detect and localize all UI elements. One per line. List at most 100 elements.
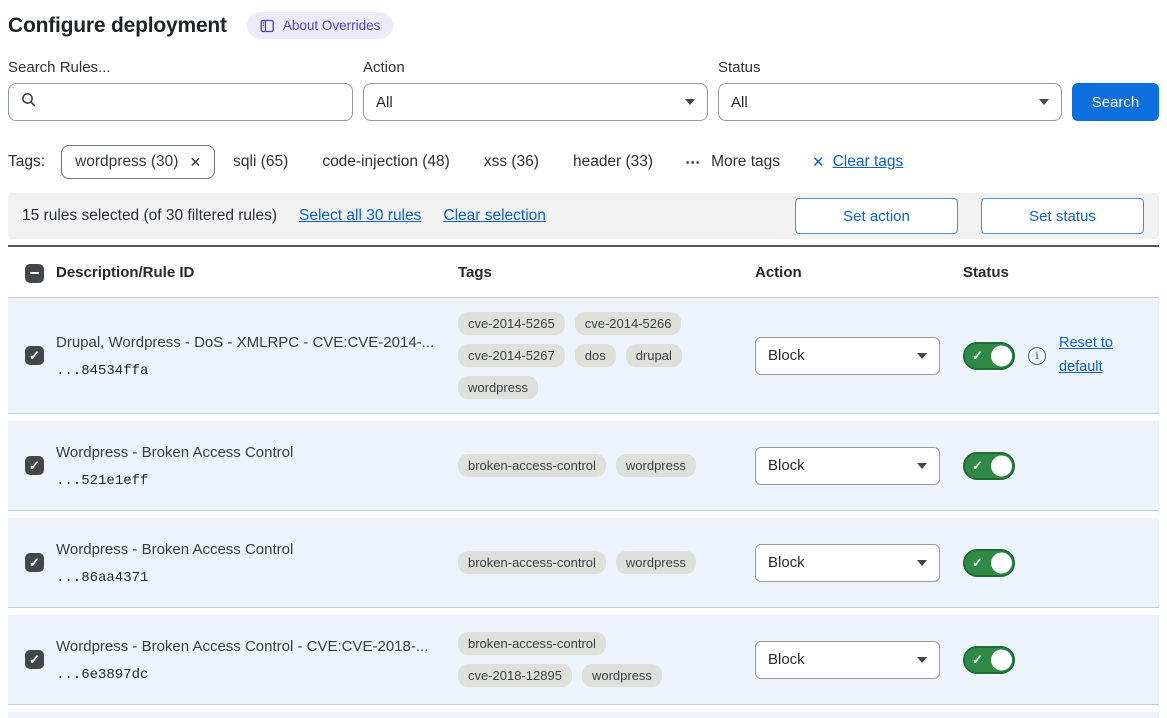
clear-tags-link[interactable]: ✕ Clear tags	[812, 153, 903, 171]
about-overrides-badge[interactable]: About Overrides	[247, 12, 394, 39]
select-all-link[interactable]: Select all 30 rules	[299, 207, 421, 225]
tag-pill: broken-access-control	[458, 551, 606, 574]
rule-id: ...84534ffa	[56, 363, 458, 379]
tag-pill: wordpress	[582, 664, 662, 687]
rule-action-select[interactable]: Block	[755, 337, 940, 375]
tag-filter[interactable]: sqli (65)	[233, 153, 288, 171]
rule-status-cell: ✓	[963, 646, 1159, 674]
tags-bar: Tags: wordpress (30) ✕ sqli (65)code-inj…	[8, 145, 1159, 179]
toggle-knob	[991, 345, 1012, 366]
column-header-description: Description/Rule ID	[56, 264, 458, 281]
rule-action-select[interactable]: Block	[755, 447, 940, 485]
search-rules-field: Search Rules...	[8, 59, 353, 121]
rule-tags: broken-access-controlcve-2018-12895wordp…	[458, 632, 723, 687]
tag-pill: cve-2014-5265	[458, 312, 565, 335]
table-body: ✓ Drupal, Wordpress - DoS - XMLRPC - CVE…	[8, 298, 1159, 705]
table-header-row: Description/Rule ID Tags Action Status	[8, 247, 1159, 298]
table-row: ✓ Wordpress - Broken Access Control - CV…	[8, 615, 1159, 705]
more-tags-button[interactable]: ⋯ More tags	[685, 153, 780, 171]
remove-tag-icon[interactable]: ✕	[189, 154, 201, 171]
check-icon: ✓	[972, 555, 983, 571]
x-icon: ✕	[812, 153, 825, 171]
rule-tags: cve-2014-5265 cve-2014-5266 cve-2014-5267 d…	[458, 312, 723, 399]
selected-tag-wordpress[interactable]: wordpress (30) ✕	[61, 145, 215, 179]
selection-bar: 15 rules selected (of 30 filtered rules)…	[8, 193, 1159, 239]
status-toggle[interactable]: ✓	[963, 646, 1015, 674]
row-checkbox[interactable]: ✓	[25, 553, 44, 572]
action-filter-field: Action All	[363, 59, 708, 121]
rule-action-value: Block	[768, 554, 805, 571]
search-icon	[21, 92, 37, 112]
status-toggle[interactable]: ✓	[963, 342, 1015, 370]
rule-id: ...521e1eff	[56, 473, 458, 489]
toggle-knob	[991, 552, 1012, 573]
toggle-knob	[991, 455, 1012, 476]
set-action-button[interactable]: Set action	[795, 198, 958, 234]
row-checkbox[interactable]: ✓	[25, 650, 44, 669]
rule-action-select[interactable]: Block	[755, 544, 940, 582]
set-status-button[interactable]: Set status	[981, 198, 1144, 234]
select-all-checkbox[interactable]	[25, 264, 44, 283]
rule-action-value: Block	[768, 347, 805, 364]
tag-filter[interactable]: code-injection (48)	[322, 153, 450, 171]
clear-selection-link[interactable]: Clear selection	[443, 207, 546, 225]
toggle-knob	[991, 649, 1012, 670]
book-icon	[260, 19, 275, 33]
status-toggle[interactable]: ✓	[963, 452, 1015, 480]
tag-filter[interactable]: xss (36)	[484, 153, 539, 171]
status-toggle[interactable]: ✓	[963, 549, 1015, 577]
tag-pill: wordpress	[458, 376, 538, 399]
reset-to-default-link[interactable]: Reset to default	[1059, 332, 1123, 380]
tag-pill: drupal	[626, 344, 682, 367]
tag-pill: cve-2018-12895	[458, 664, 572, 687]
rule-status-cell: ✓	[963, 549, 1159, 577]
chevron-down-icon	[917, 463, 927, 469]
more-tags-label: More tags	[711, 153, 780, 171]
rule-tags-cell: broken-access-controlwordpress	[458, 454, 755, 477]
chevron-down-icon	[1039, 99, 1049, 105]
rule-status-cell: ✓	[963, 452, 1159, 480]
search-input-box[interactable]	[8, 83, 353, 121]
rule-action-cell: Block	[755, 641, 963, 679]
tag-filter[interactable]: header (33)	[573, 153, 653, 171]
rule-id: ...86aa4371	[56, 570, 458, 586]
check-icon: ✓	[972, 348, 983, 364]
configure-deployment-page: Configure deployment About Overrides Sea…	[0, 0, 1167, 718]
table-row: ✓ Wordpress - Broken Access Control ...5…	[8, 421, 1159, 511]
page-title: Configure deployment	[8, 14, 227, 38]
rule-description: Wordpress - Broken Access Control	[56, 442, 458, 465]
action-filter-label: Action	[363, 59, 708, 76]
tag-pill: cve-2014-5266	[575, 312, 682, 335]
rule-description-cell: Wordpress - Broken Access Control ...86a…	[56, 539, 458, 586]
status-filter-label: Status	[718, 59, 1062, 76]
chevron-down-icon	[917, 560, 927, 566]
about-overrides-label: About Overrides	[283, 18, 381, 33]
rule-description-cell: Drupal, Wordpress - DoS - XMLRPC - CVE:C…	[56, 332, 458, 379]
chevron-down-icon	[685, 99, 695, 105]
table-row: ✓ Wordpress - Broken Access Control ...8…	[8, 518, 1159, 608]
status-filter-select[interactable]: All	[718, 83, 1062, 121]
action-filter-select[interactable]: All	[363, 83, 708, 121]
ellipsis-icon: ⋯	[685, 153, 701, 171]
check-icon: ✓	[972, 458, 983, 474]
search-button[interactable]: Search	[1072, 83, 1159, 121]
tag-filter-list: sqli (65) code-injection (48) xss (36) head…	[233, 153, 653, 171]
chevron-down-icon	[917, 657, 927, 663]
tag-pill: cve-2014-5267	[458, 344, 565, 367]
column-header-action: Action	[755, 264, 963, 281]
rule-action-cell: Block	[755, 544, 963, 582]
rule-description: Drupal, Wordpress - DoS - XMLRPC - CVE:C…	[56, 332, 458, 355]
rule-action-select[interactable]: Block	[755, 641, 940, 679]
row-checkbox[interactable]: ✓	[25, 456, 44, 475]
status-filter-field: Status All	[718, 59, 1062, 121]
rule-status-cell: ✓ i Reset to default	[963, 332, 1159, 380]
check-icon: ✓	[29, 348, 40, 364]
search-input[interactable]	[46, 94, 340, 111]
column-header-status: Status	[963, 264, 1159, 281]
rule-id: ...6e3897dc	[56, 667, 458, 683]
rule-action-cell: Block	[755, 337, 963, 375]
row-checkbox[interactable]: ✓	[25, 346, 44, 365]
table-row-partial	[8, 712, 1159, 718]
check-icon: ✓	[29, 458, 40, 474]
selection-summary: 15 rules selected (of 30 filtered rules)	[22, 207, 277, 225]
